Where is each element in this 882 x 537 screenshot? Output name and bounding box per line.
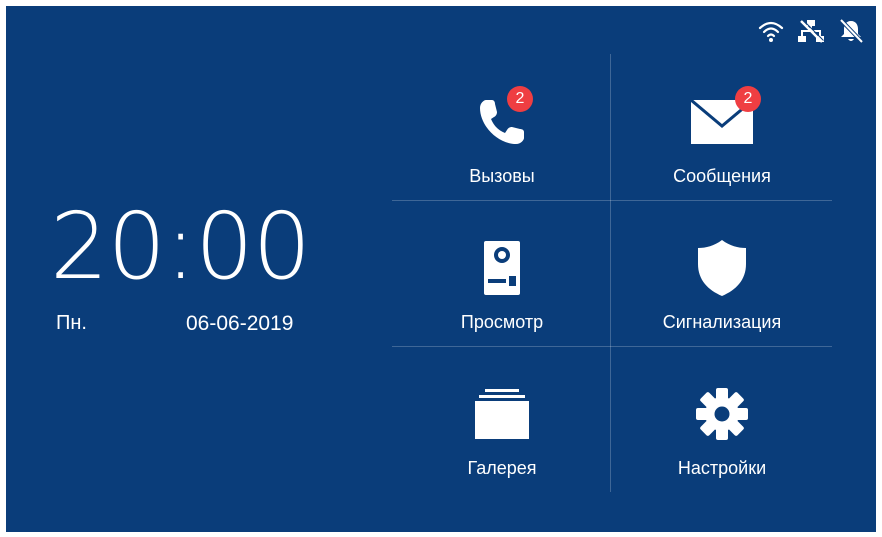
messages-badge: 2 (735, 86, 761, 112)
door-station-icon (484, 241, 520, 295)
menu-tile-settings[interactable]: Настройки (612, 346, 832, 492)
shield-icon (698, 240, 746, 296)
menu-grid: 2 Вызовы 2 Сообщения Просмотр Сигнализац… (392, 54, 832, 492)
calls-icon-wrap: 2 (467, 86, 537, 154)
status-bar (758, 18, 864, 44)
menu-tile-messages[interactable]: 2 Сообщения (612, 54, 832, 200)
monitor-label: Просмотр (460, 312, 544, 332)
clock-day: Пн. (56, 312, 87, 334)
wifi-icon (758, 21, 784, 42)
settings-icon-wrap (687, 382, 757, 446)
bell-off-icon (839, 18, 864, 44)
menu-tile-gallery[interactable]: Галерея (392, 346, 612, 492)
menu-tile-alarm[interactable]: Сигнализация (612, 200, 832, 346)
calls-label: Вызовы (469, 166, 535, 186)
settings-label: Настройки (677, 458, 767, 478)
gallery-label: Галерея (467, 458, 537, 478)
gear-icon (696, 388, 748, 440)
menu-tile-monitor[interactable]: Просмотр (392, 200, 612, 346)
alarm-label: Сигнализация (662, 312, 782, 332)
clock-time: 20:00 (50, 193, 311, 300)
alarm-icon-wrap (687, 236, 757, 300)
clock-date: 06-06-2019 (186, 312, 294, 335)
gallery-icon-wrap (467, 382, 537, 446)
network-icon (798, 19, 824, 43)
monitor-icon-wrap (467, 236, 537, 300)
messages-label: Сообщения (673, 166, 771, 186)
menu-tile-calls[interactable]: 2 Вызовы (392, 54, 612, 200)
messages-icon-wrap: 2 (687, 86, 761, 154)
calls-badge: 2 (507, 86, 533, 112)
home-screen: 20:00 Пн. 06-06-2019 2 Вызовы 2 Сообщени… (6, 6, 876, 532)
gallery-icon (475, 389, 529, 439)
